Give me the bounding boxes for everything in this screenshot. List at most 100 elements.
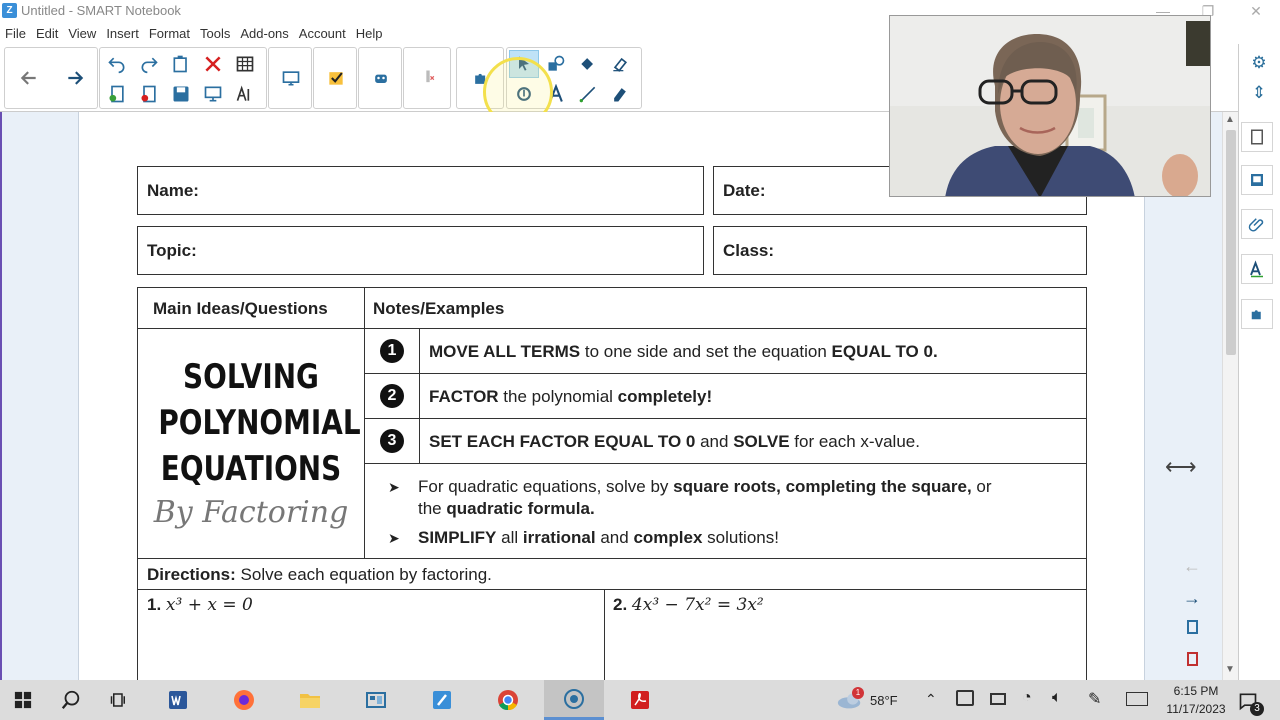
problem-2-equation: 4x³ − 7x² = 3x² bbox=[631, 595, 764, 615]
menu-bar: File Edit View Insert Format Tools Add-o… bbox=[0, 22, 388, 44]
menu-help[interactable]: Help bbox=[351, 22, 388, 44]
redo-icon[interactable] bbox=[134, 50, 164, 78]
menu-account[interactable]: Account bbox=[294, 22, 351, 44]
menu-addons[interactable]: Add-ons bbox=[235, 22, 293, 44]
properties-icon[interactable] bbox=[1241, 254, 1273, 284]
screen-recorder-icon[interactable] bbox=[544, 680, 604, 720]
notebook-icon: Z bbox=[2, 3, 17, 18]
fill-icon[interactable] bbox=[573, 50, 603, 78]
menu-file[interactable]: File bbox=[0, 22, 31, 44]
vertical-scrollbar[interactable]: ▲ ▼ bbox=[1222, 112, 1238, 680]
screen-capture-icon[interactable] bbox=[269, 48, 313, 108]
paste-icon[interactable] bbox=[166, 50, 196, 78]
next-page-icon[interactable]: → bbox=[1183, 588, 1201, 609]
class-field[interactable]: Class: bbox=[713, 226, 1087, 275]
bullet-2-d: and bbox=[595, 528, 634, 547]
addons-icon[interactable] bbox=[1241, 299, 1273, 329]
text-to-speech-icon[interactable] bbox=[230, 80, 260, 108]
page-sorter-icon[interactable] bbox=[1241, 122, 1273, 152]
pen-icon[interactable]: ✎ bbox=[1088, 689, 1101, 709]
step-1-badge: 1 bbox=[380, 339, 404, 363]
pen-tool-icon[interactable] bbox=[406, 48, 450, 108]
step-2-bold-a: FACTOR bbox=[429, 387, 499, 406]
acrobat-icon[interactable] bbox=[610, 680, 670, 720]
topic-field[interactable]: Topic: bbox=[137, 226, 704, 275]
attachments-icon[interactable] bbox=[1241, 209, 1273, 239]
clock-date[interactable]: 11/17/2023 bbox=[1156, 702, 1236, 716]
notebook-page[interactable]: Name: Date: Topic: Class: Main Ideas/Que… bbox=[80, 112, 1144, 680]
step-1-plain: to one side and set the equation bbox=[580, 342, 832, 361]
smart-notebook-icon[interactable] bbox=[412, 680, 472, 720]
forward-arrow-icon[interactable] bbox=[53, 48, 97, 108]
firefox-icon[interactable] bbox=[214, 680, 274, 720]
wifi-icon[interactable]: ◔ bbox=[1022, 689, 1032, 707]
step-3-bold-b: SOLVE bbox=[733, 432, 790, 451]
weather-alert-badge: 1 bbox=[852, 687, 864, 699]
puzzle-icon[interactable] bbox=[459, 48, 503, 108]
save-icon[interactable] bbox=[166, 80, 196, 108]
left-gutter bbox=[0, 112, 79, 680]
tools-group bbox=[506, 47, 642, 109]
step-3-plain: and bbox=[695, 432, 734, 451]
word-icon[interactable] bbox=[148, 680, 208, 720]
add-page-icon[interactable] bbox=[102, 80, 132, 108]
problem-divider bbox=[604, 589, 605, 680]
search-icon[interactable] bbox=[46, 680, 96, 720]
add-page-small-icon[interactable] bbox=[1187, 620, 1198, 634]
volume-icon[interactable]: 🔈︎ bbox=[1052, 689, 1062, 707]
menu-edit[interactable]: Edit bbox=[31, 22, 63, 44]
delete-icon[interactable] bbox=[198, 50, 228, 78]
magic-pen-icon[interactable] bbox=[509, 80, 539, 108]
scroll-thumb[interactable] bbox=[1226, 130, 1236, 355]
security-icon[interactable] bbox=[956, 690, 974, 706]
previous-page-icon[interactable]: ← bbox=[1183, 556, 1201, 577]
date-label: Date: bbox=[723, 180, 766, 200]
step-divider-2 bbox=[364, 418, 1086, 419]
weather-temp[interactable]: 58°F bbox=[870, 693, 898, 708]
delete-page-small-icon[interactable] bbox=[1187, 652, 1198, 666]
swap-sides-icon[interactable]: ⟷ bbox=[1165, 454, 1197, 480]
menu-format[interactable]: Format bbox=[144, 22, 195, 44]
line-icon[interactable] bbox=[573, 80, 603, 108]
undo-icon[interactable] bbox=[102, 50, 132, 78]
delete-page-icon[interactable] bbox=[134, 80, 164, 108]
windows-start-icon[interactable] bbox=[0, 680, 46, 720]
step-3-plain-b: for each x-value. bbox=[789, 432, 920, 451]
close-button[interactable]: ✕ bbox=[1236, 0, 1276, 22]
menu-view[interactable]: View bbox=[63, 22, 101, 44]
table-icon[interactable] bbox=[230, 50, 260, 78]
clock-time[interactable]: 6:15 PM bbox=[1168, 684, 1224, 698]
settings-icon[interactable]: ⚙ bbox=[1243, 48, 1275, 78]
eraser-icon[interactable] bbox=[605, 50, 635, 78]
task-view-icon[interactable] bbox=[96, 680, 142, 720]
problem-2[interactable]: 2. 4x³ − 7x² = 3x² bbox=[613, 595, 764, 615]
smart-notebook-window: Z Untitled - SMART Notebook — ❐ ✕ File E… bbox=[0, 0, 1280, 720]
directions-label: Directions: bbox=[147, 565, 236, 584]
file-explorer-icon[interactable] bbox=[280, 680, 340, 720]
text-icon[interactable] bbox=[541, 80, 571, 108]
chrome-icon[interactable] bbox=[478, 680, 538, 720]
keyboard-icon[interactable] bbox=[1126, 692, 1148, 706]
smart-ink-icon[interactable] bbox=[605, 80, 635, 108]
response-check-icon[interactable] bbox=[314, 48, 358, 108]
chevron-up-icon[interactable]: ⌃ bbox=[925, 691, 937, 708]
menu-tools[interactable]: Tools bbox=[195, 22, 235, 44]
step-2-text: FACTOR the polynomial completely! bbox=[429, 387, 712, 407]
scroll-down-icon[interactable]: ▼ bbox=[1225, 664, 1235, 675]
move-toolbar-icon[interactable]: ⇕ bbox=[1243, 78, 1275, 108]
problem-1[interactable]: 1. x³ + x = 0 bbox=[147, 595, 253, 615]
name-field[interactable]: Name: bbox=[137, 166, 704, 215]
select-icon[interactable] bbox=[509, 50, 539, 78]
directions-bottom-line bbox=[138, 589, 1086, 590]
gadget-icon[interactable] bbox=[359, 48, 403, 108]
directions: Directions: Solve each equation by facto… bbox=[147, 565, 492, 585]
battery-icon[interactable] bbox=[990, 693, 1006, 705]
screenshade-icon[interactable] bbox=[198, 80, 228, 108]
back-arrow-icon[interactable] bbox=[7, 48, 51, 108]
bullet-1-d: the bbox=[418, 499, 447, 518]
menu-insert[interactable]: Insert bbox=[101, 22, 144, 44]
scroll-up-icon[interactable]: ▲ bbox=[1225, 114, 1235, 125]
shapes-icon[interactable] bbox=[541, 50, 571, 78]
gallery-icon[interactable] bbox=[1241, 165, 1273, 195]
network-app-icon[interactable] bbox=[346, 680, 406, 720]
